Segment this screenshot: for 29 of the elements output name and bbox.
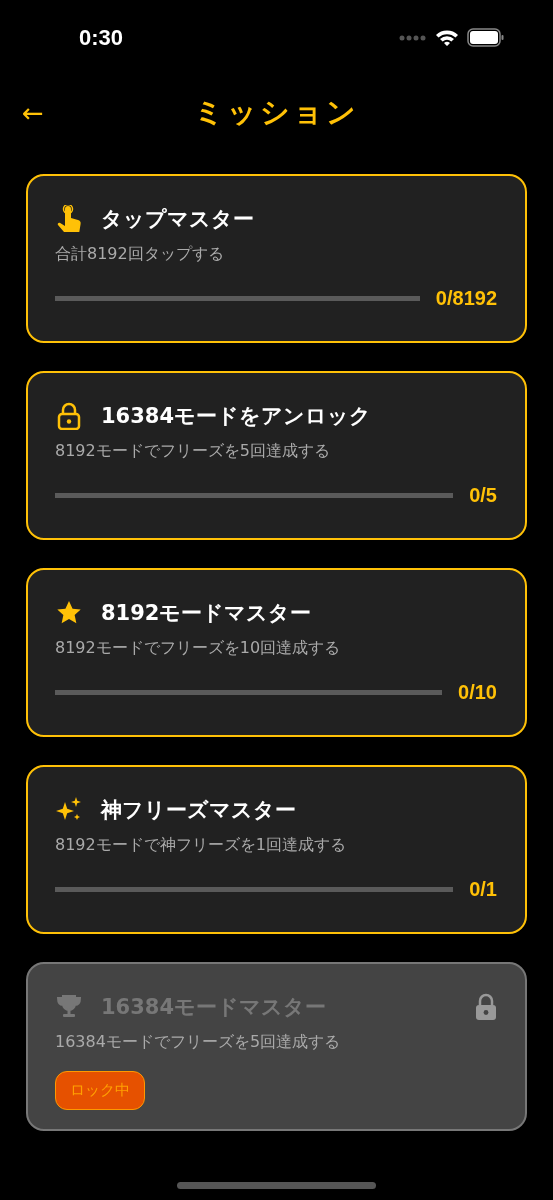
- progress-count: 0/5: [469, 484, 497, 507]
- mission-title: 16384モードをアンロック: [101, 403, 373, 430]
- mission-card[interactable]: 神フリーズマスター 8192モードで神フリーズを1回達成する 0/1: [26, 765, 527, 934]
- mission-title: タップマスター: [101, 206, 255, 233]
- trophy-icon: [55, 994, 83, 1020]
- mission-card[interactable]: タップマスター 合計8192回タップする 0/8192: [26, 174, 527, 343]
- progress-count: 0/8192: [435, 287, 497, 310]
- padlock-icon: [55, 402, 83, 430]
- battery-icon: [467, 28, 505, 47]
- locked-badge: ロック中: [55, 1071, 145, 1110]
- mission-description: 8192モードでフリーズを10回達成する: [55, 638, 342, 659]
- hand-pointer-icon: [55, 205, 83, 233]
- back-button[interactable]: ←: [0, 99, 44, 126]
- page-title: ミッション: [194, 93, 359, 131]
- mission-title: 神フリーズマスター: [101, 797, 297, 824]
- mission-description: 8192モードでフリーズを5回達成する: [55, 441, 331, 462]
- mission-card[interactable]: 16384モードをアンロック 8192モードでフリーズを5回達成する 0/5: [26, 371, 527, 540]
- mission-description: 合計8192回タップする: [55, 244, 225, 265]
- mission-description: 8192モードで神フリーズを1回達成する: [55, 835, 347, 856]
- mission-card[interactable]: 8192モードマスター 8192モードでフリーズを10回達成する 0/10: [26, 568, 527, 737]
- star-icon: [55, 600, 83, 626]
- wifi-icon: [435, 28, 459, 47]
- mission-description: 16384モードでフリーズを5回達成する: [55, 1032, 342, 1053]
- padlock-icon: [475, 993, 497, 1021]
- progress-count: 0/10: [458, 681, 497, 704]
- clock-time: 0:30: [79, 24, 124, 51]
- progress-count: 0/1: [469, 878, 497, 901]
- mission-title: 8192モードマスター: [101, 600, 313, 627]
- signal-icon: [399, 34, 427, 41]
